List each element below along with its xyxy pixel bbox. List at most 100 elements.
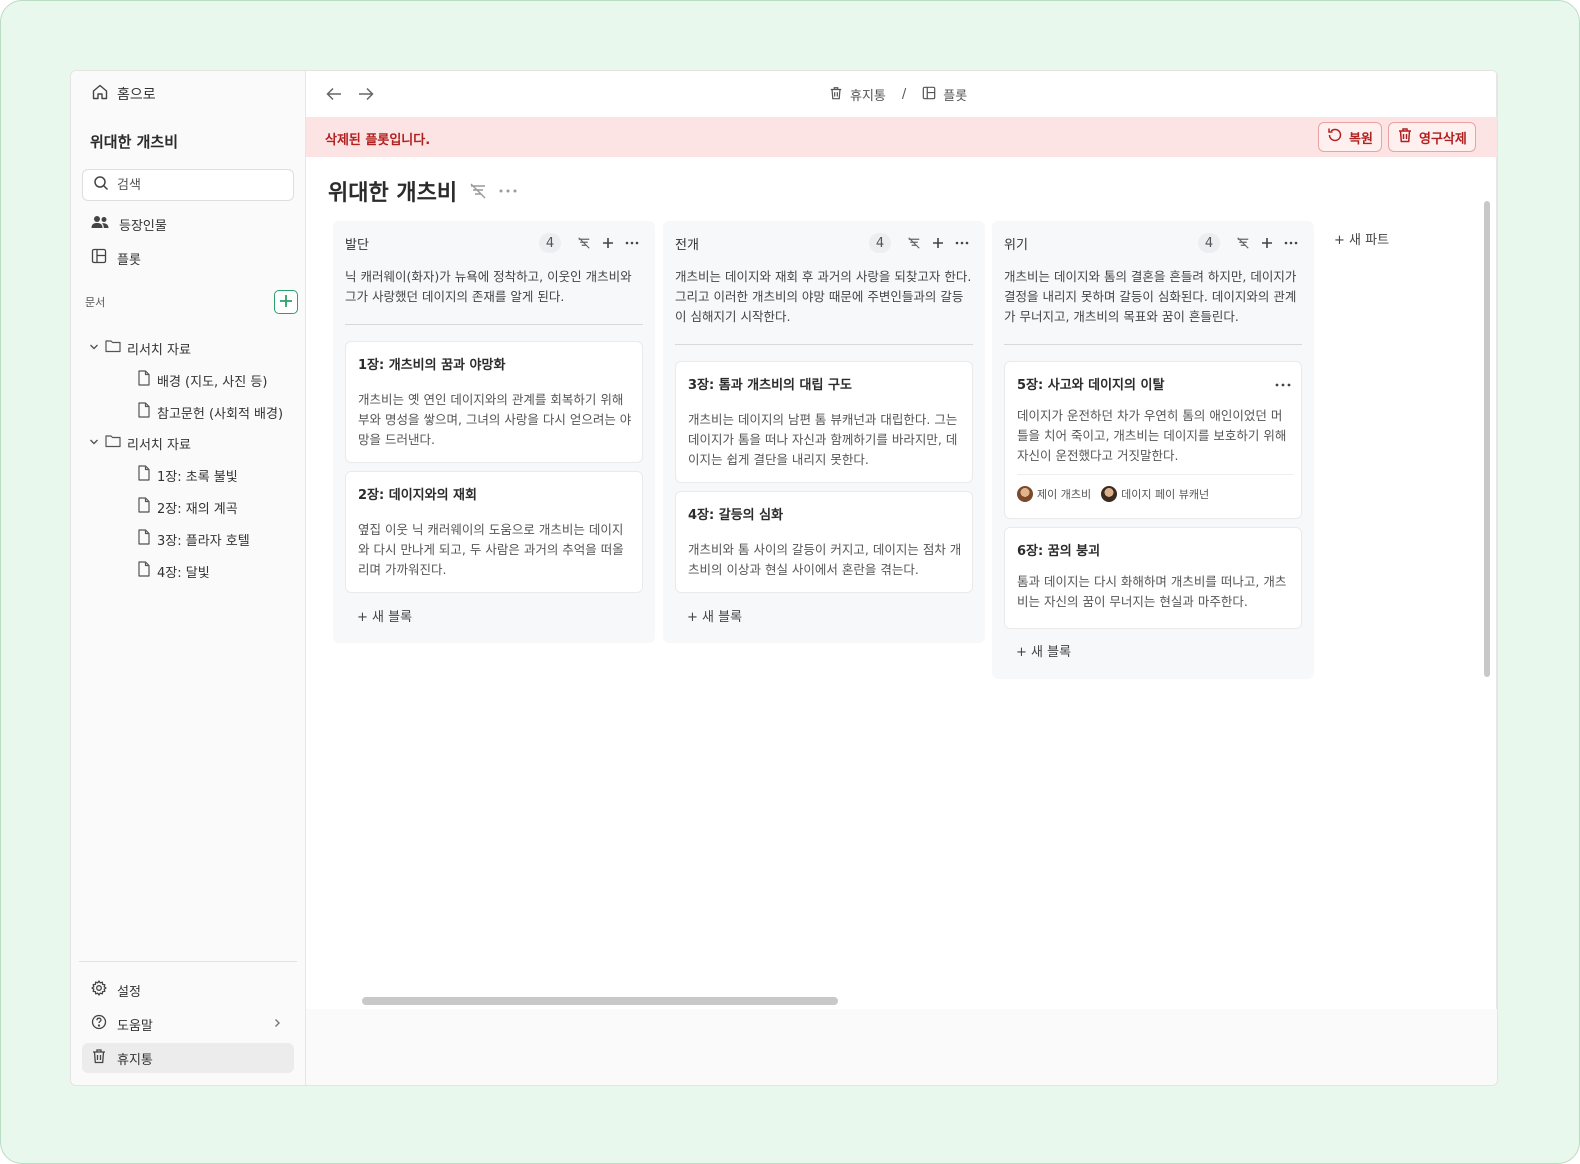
column-title[interactable]: 발단 xyxy=(345,234,539,253)
sidebar-item-plot[interactable]: 플롯 xyxy=(82,243,294,273)
hide-description-icon[interactable] xyxy=(903,233,925,253)
plot-column: 전개 4 개츠비는 데이지와 재회 후 과거의 사랑을 되찾고자 한다. 그리고… xyxy=(663,221,985,643)
forward-button[interactable] xyxy=(356,85,376,105)
vertical-scrollbar[interactable] xyxy=(1484,201,1490,677)
gear-icon xyxy=(91,980,107,1000)
tree-folder[interactable]: 리서치 자료 xyxy=(89,431,191,455)
new-block-button[interactable]: + 새 블록 xyxy=(357,606,412,625)
add-card-icon[interactable] xyxy=(1256,233,1278,253)
hide-description-icon[interactable] xyxy=(469,183,487,199)
plot-card[interactable]: 3장: 톰과 개츠비의 대립 구도 개츠비는 데이지의 남편 톰 뷰캐넌과 대립… xyxy=(675,361,973,483)
file-icon xyxy=(137,465,151,485)
card-title: 3장: 톰과 개츠비의 대립 구도 xyxy=(688,378,852,393)
plot-card[interactable]: 6장: 꿈의 붕괴 톰과 데이지는 다시 화해하며 개츠비를 떠나고, 개츠비는… xyxy=(1004,527,1302,629)
crumb-label: 휴지통 xyxy=(850,89,886,104)
add-card-icon[interactable] xyxy=(597,233,619,253)
tree-label: 4장: 달빛 xyxy=(157,565,210,581)
bottom-area xyxy=(306,1009,1497,1085)
help-item[interactable]: 도움말 xyxy=(82,1009,294,1039)
trash-item[interactable]: 휴지통 xyxy=(82,1043,294,1073)
sidebar-item-characters[interactable]: 등장인물 xyxy=(82,209,294,239)
tree-file[interactable]: 1장: 초록 불빛 xyxy=(137,463,238,487)
tree-label: 리서치 자료 xyxy=(127,437,191,453)
file-icon xyxy=(137,561,151,581)
card-body: 옆집 이웃 닉 캐러웨이의 도움으로 개츠비는 데이지와 다시 만나게 되고, … xyxy=(358,522,624,577)
tree-file[interactable]: 3장: 플라자 호텔 xyxy=(137,527,250,551)
column-header: 전개 4 xyxy=(675,233,973,253)
character-chip[interactable]: 제이 개츠비 xyxy=(1017,486,1091,502)
card-body: 톰과 데이지는 다시 화해하며 개츠비를 떠나고, 개츠비는 자신의 꿈이 무너… xyxy=(1017,574,1287,609)
sidebar: 홈으로 위대한 개츠비 등장인물 플롯 문서 xyxy=(71,71,305,1085)
hide-description-icon[interactable] xyxy=(573,233,595,253)
card-body: 개츠비는 데이지의 남편 톰 뷰캐넌과 대립한다. 그는 데이지가 톰을 떠나 … xyxy=(688,412,958,467)
column-description: 개츠비는 데이지와 톰의 결혼을 흔들려 하지만, 데이지가 결정을 내리지 못… xyxy=(1004,269,1297,324)
file-icon xyxy=(137,529,151,549)
home-icon xyxy=(91,83,109,105)
card-title: 2장: 데이지와의 재회 xyxy=(358,488,477,503)
avatar xyxy=(1101,486,1118,502)
tree-file[interactable]: 2장: 재의 계곡 xyxy=(137,495,238,519)
docs-section-label: 문서 xyxy=(85,296,106,309)
tree-file[interactable]: 참고문헌 (사회적 배경) xyxy=(137,400,283,424)
new-block-button[interactable]: + 새 블록 xyxy=(1016,641,1071,660)
card-body: 개츠비는 옛 연인 데이지와의 관계를 회복하기 위해 부와 명성을 쌓으며, … xyxy=(358,392,632,447)
sidebar-item-label: 플롯 xyxy=(117,252,141,268)
character-name: 데이지 페이 뷰캐넌 xyxy=(1121,488,1210,501)
chevron-down-icon xyxy=(89,341,99,356)
board-icon xyxy=(91,248,107,268)
folder-icon xyxy=(105,434,121,452)
plot-card[interactable]: 5장: 사고와 데이지의 이탈 데이지가 운전하던 차가 우연히 톰의 애인이었… xyxy=(1004,361,1302,519)
board-icon xyxy=(922,86,936,104)
delete-forever-button[interactable]: 영구삭제 xyxy=(1388,122,1476,152)
crumb-trash[interactable]: 휴지통 xyxy=(829,85,886,104)
tree-label: 참고문헌 (사회적 배경) xyxy=(157,406,284,422)
page-header: 위대한 개츠비 xyxy=(328,175,517,207)
trash-icon xyxy=(829,86,843,104)
more-icon[interactable] xyxy=(951,233,973,253)
tree-label: 리서치 자료 xyxy=(127,342,191,358)
main-panel: 휴지통 / 플롯 삭제된 플롯입니다. 복원 영구삭제 위대한 개츠비 발단 4… xyxy=(305,71,1497,1085)
help-icon xyxy=(91,1014,107,1034)
plot-card[interactable]: 1장: 개츠비의 꿈과 야망화 개츠비는 옛 연인 데이지와의 관계를 회복하기… xyxy=(345,341,643,463)
plot-card[interactable]: 2장: 데이지와의 재회 옆집 이웃 닉 캐러웨이의 도움으로 개츠비는 데이지… xyxy=(345,471,643,593)
sidebar-divider xyxy=(79,961,297,962)
new-part-button[interactable]: + 새 파트 xyxy=(1334,229,1389,248)
crumb-plot[interactable]: 플롯 xyxy=(922,85,967,104)
tree-label: 배경 (지도, 사진 등) xyxy=(157,374,268,390)
card-more-icon[interactable] xyxy=(1275,372,1291,391)
search-box[interactable] xyxy=(82,169,294,201)
tree-file[interactable]: 배경 (지도, 사진 등) xyxy=(137,368,267,392)
restore-label: 복원 xyxy=(1349,131,1373,147)
search-input[interactable] xyxy=(117,177,287,193)
home-link[interactable]: 홈으로 xyxy=(91,83,156,105)
column-count: 4 xyxy=(1198,233,1220,253)
tree-label: 3장: 플라자 호텔 xyxy=(157,533,250,549)
restore-icon xyxy=(1327,127,1343,147)
settings-item[interactable]: 설정 xyxy=(82,975,294,1005)
more-icon[interactable] xyxy=(1280,233,1302,253)
column-title[interactable]: 위기 xyxy=(1004,234,1198,253)
chevron-down-icon xyxy=(89,436,99,451)
back-button[interactable] xyxy=(324,85,344,105)
hide-description-icon[interactable] xyxy=(1232,233,1254,253)
character-chip[interactable]: 데이지 페이 뷰캐넌 xyxy=(1101,486,1209,502)
card-title: 6장: 꿈의 붕괴 xyxy=(1017,544,1101,559)
tree-folder[interactable]: 리서치 자료 xyxy=(89,336,191,360)
topbar: 휴지통 / 플롯 xyxy=(306,71,1497,117)
trash-icon xyxy=(91,1048,107,1068)
column-title[interactable]: 전개 xyxy=(675,234,869,253)
file-icon xyxy=(137,402,151,422)
column-divider xyxy=(675,344,973,345)
add-document-button[interactable] xyxy=(274,290,298,314)
card-title: 5장: 사고와 데이지의 이탈 xyxy=(1017,378,1165,393)
tree-file[interactable]: 4장: 달빛 xyxy=(137,559,210,583)
new-block-button[interactable]: + 새 블록 xyxy=(687,606,742,625)
add-card-icon[interactable] xyxy=(927,233,949,253)
restore-button[interactable]: 복원 xyxy=(1318,122,1382,152)
plot-card[interactable]: 4장: 갈등의 심화 개츠비와 톰 사이의 갈등이 커지고, 데이지는 점차 개… xyxy=(675,491,973,593)
tree-label: 2장: 재의 계곡 xyxy=(157,501,238,517)
more-icon[interactable] xyxy=(499,189,517,193)
horizontal-scrollbar[interactable] xyxy=(362,997,838,1005)
folder-icon xyxy=(105,339,121,357)
more-icon[interactable] xyxy=(621,233,643,253)
